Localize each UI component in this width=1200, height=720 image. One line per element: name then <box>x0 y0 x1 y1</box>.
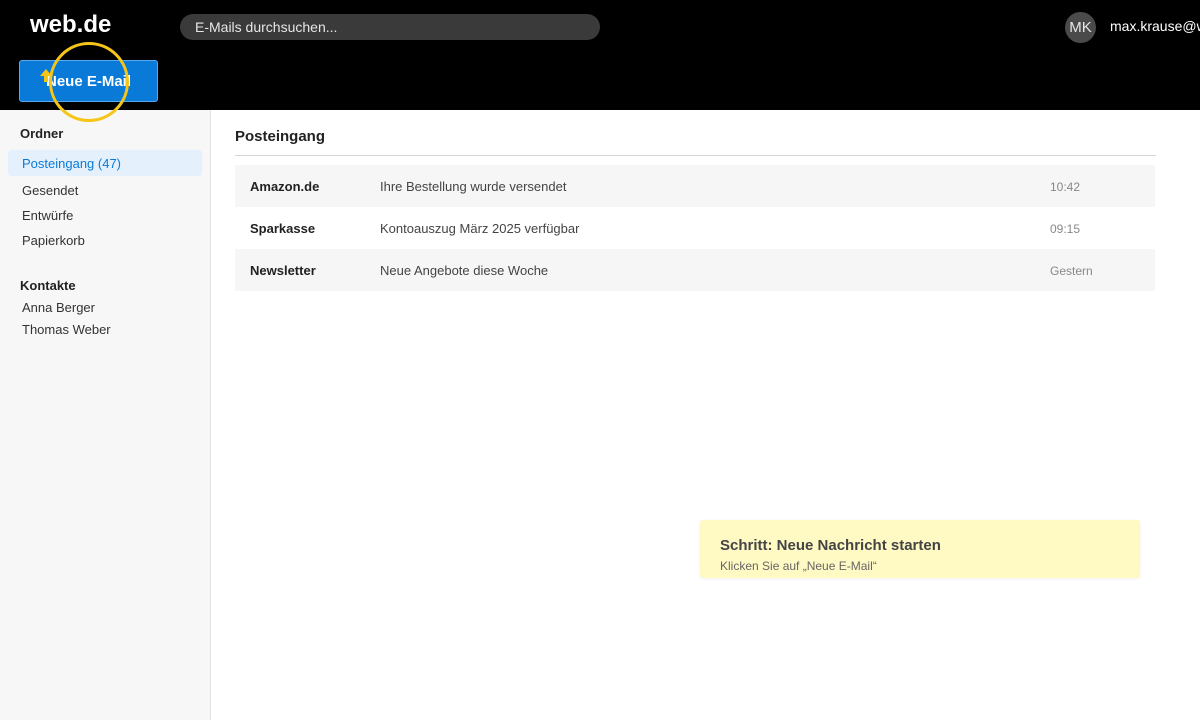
hint-title: Schritt: Neue Nachricht starten <box>720 537 941 554</box>
sidebar-item-sent[interactable]: Gesendet <box>8 177 202 203</box>
sidebar-item-trash[interactable]: Papierkorb <box>8 227 202 253</box>
email-row[interactable]: Sparkasse Kontoauszug März 2025 verfügba… <box>235 207 1155 249</box>
email-subject: Ihre Bestellung wurde versendet <box>380 179 567 194</box>
sidebar-item-label: Gesendet <box>22 182 79 198</box>
sidebar-item-drafts[interactable]: Entwürfe <box>8 202 202 228</box>
sidebar: Ordner Posteingang (47) Gesendet Entwürf… <box>0 110 211 720</box>
new-email-button[interactable]: Neue E-Mail <box>19 60 158 102</box>
top-bar: web.de MK max.krause@web.de <box>0 0 1200 110</box>
email-sender: Amazon.de <box>250 179 320 194</box>
divider <box>235 155 1156 156</box>
contact-item[interactable]: Thomas Weber <box>8 316 202 342</box>
email-subject: Neue Angebote diese Woche <box>380 263 549 278</box>
email-subject: Kontoauszug März 2025 verfügbar <box>380 221 580 236</box>
hint-text: Klicken Sie auf „Neue E-Mail“ <box>720 559 877 573</box>
email-time: 09:15 <box>1050 222 1081 236</box>
sidebar-item-label: Posteingang (47) <box>22 155 122 171</box>
sidebar-item-inbox[interactable]: Posteingang (47) <box>8 150 202 176</box>
contact-name: Anna Berger <box>22 299 95 315</box>
email-time: 10:42 <box>1050 180 1081 194</box>
email-row[interactable]: Newsletter Neue Angebote diese Woche Ges… <box>235 249 1155 291</box>
brand-logo[interactable]: web.de <box>30 11 111 39</box>
user-email[interactable]: max.krause@web.de <box>1110 18 1200 34</box>
email-row[interactable]: Amazon.de Ihre Bestellung wurde versende… <box>235 165 1155 207</box>
email-sender: Sparkasse <box>250 221 316 236</box>
search-bar[interactable] <box>180 14 600 40</box>
search-input[interactable] <box>180 14 600 40</box>
email-time: Gestern <box>1050 264 1093 278</box>
contact-name: Thomas Weber <box>22 321 111 337</box>
email-sender: Newsletter <box>250 263 316 278</box>
tutorial-hint: Schritt: Neue Nachricht starten Klicken … <box>700 520 1140 578</box>
avatar[interactable]: MK <box>1065 12 1096 43</box>
folders-heading: Ordner <box>20 126 64 141</box>
contacts-heading: Kontakte <box>20 278 76 293</box>
page-title: Posteingang <box>235 128 326 145</box>
sidebar-item-label: Papierkorb <box>22 232 85 248</box>
sidebar-item-label: Entwürfe <box>22 207 74 223</box>
